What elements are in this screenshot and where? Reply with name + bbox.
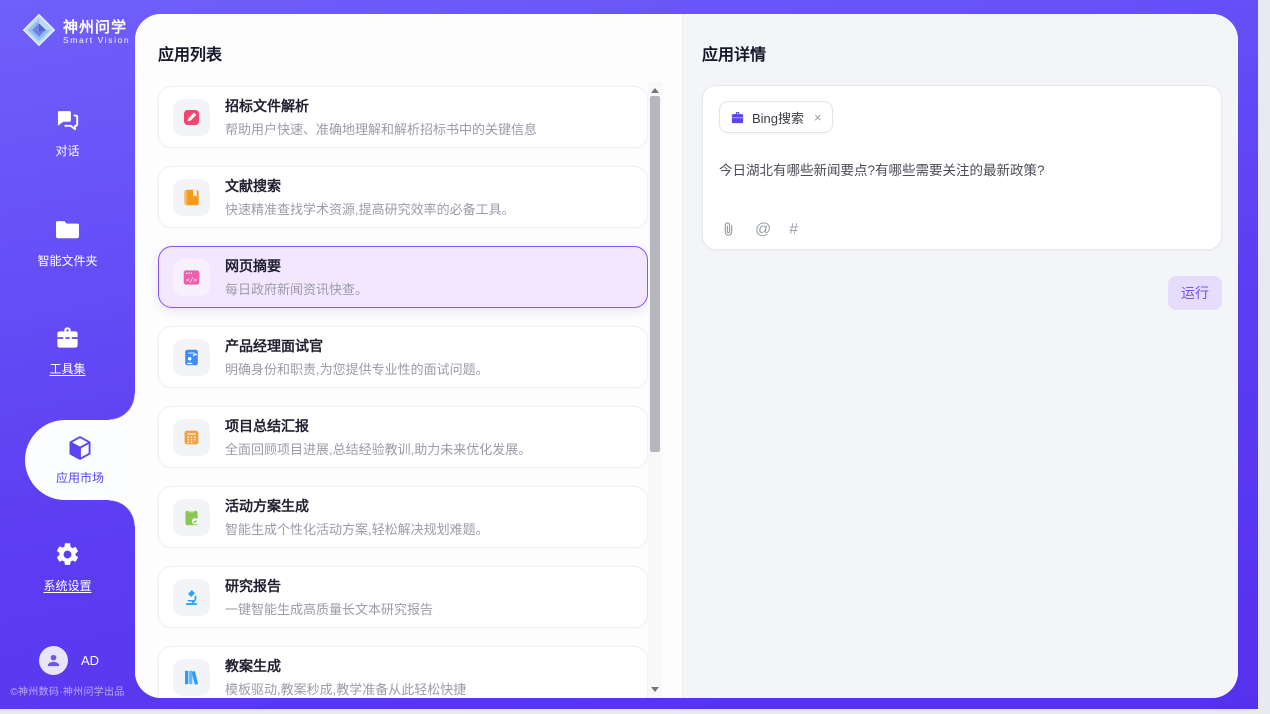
prompt-card: Bing搜索 × 今日湖北有哪些新闻要点?有哪些需要关注的最新政策? @#	[702, 85, 1222, 250]
app-detail-title: 应用详情	[702, 41, 1222, 65]
app-card-name: 产品经理面试官	[225, 336, 489, 356]
clipboard-check-icon	[173, 499, 210, 536]
edit-doc-icon	[173, 99, 210, 136]
books-icon	[173, 659, 210, 696]
user-profile[interactable]: AD	[39, 646, 99, 675]
scroll-down-icon[interactable]	[648, 683, 662, 695]
tool-chip-bing-search[interactable]: Bing搜索 ×	[719, 101, 833, 133]
tool-chip-label: Bing搜索	[752, 108, 804, 127]
app-card-8[interactable]: 教案生成 模板驱动,教案秒成,教学准备从此轻松快捷	[158, 646, 648, 698]
chat-icon	[54, 106, 81, 133]
app-card-7[interactable]: 研究报告 一键智能生成高质量长文本研究报告	[158, 566, 648, 628]
query-text[interactable]: 今日湖北有哪些新闻要点?有哪些需要关注的最新政策?	[719, 159, 1205, 179]
app-list-title: 应用列表	[158, 41, 682, 65]
hash-icon[interactable]: #	[789, 222, 798, 238]
app-card-2[interactable]: 文献搜索 快速精准查找学术资源,提高研究效率的必备工具。	[158, 166, 648, 228]
app-list: 招标文件解析 帮助用户快速、准确地理解和解析招标书中的关键信息 文献搜索 快速精…	[158, 86, 648, 698]
app-card-name: 活动方案生成	[225, 496, 489, 516]
app-card-description: 全面回顾项目进展,总结经验教训,助力未来优化发展。	[225, 439, 531, 458]
app-window: 神州问学 Smart Vision 对话 智能文件夹 工具集 应用市场 系统设置…	[0, 0, 1258, 709]
app-card-name: 网页摘要	[225, 256, 368, 276]
app-card-name: 教案生成	[225, 656, 466, 676]
nav-label: 智能文件夹	[37, 252, 97, 269]
app-card-1[interactable]: 招标文件解析 帮助用户快速、准确地理解和解析招标书中的关键信息	[158, 86, 648, 148]
app-card-name: 项目总结汇报	[225, 416, 531, 436]
app-card-description: 模板驱动,教案秒成,教学准备从此轻松快捷	[225, 679, 466, 698]
chip-close-icon[interactable]: ×	[814, 111, 822, 124]
microscope-icon	[173, 579, 210, 616]
app-list-scrollbar[interactable]	[648, 82, 662, 698]
app-card-5[interactable]: 项目总结汇报 全面回顾项目进展,总结经验教训,助力未来优化发展。	[158, 406, 648, 468]
user-initials: AD	[81, 653, 99, 668]
cube-icon	[66, 435, 94, 462]
briefcase-icon	[730, 110, 745, 125]
sidebar-item-chat[interactable]: 对话	[0, 106, 135, 159]
app-card-4[interactable]: 产品经理面试官 明确身份和职责,为您提供专业性的面试问题。	[158, 326, 648, 388]
app-card-description: 智能生成个性化活动方案,轻松解决规划难题。	[225, 519, 489, 538]
input-toolbar: @#	[720, 221, 798, 238]
main-content: 应用列表 招标文件解析 帮助用户快速、准确地理解和解析招标书中的关键信息 文献搜…	[135, 14, 1238, 698]
sidebar-item-cube[interactable]: 应用市场	[25, 420, 135, 500]
app-card-description: 明确身份和职责,为您提供专业性的面试问题。	[225, 359, 489, 378]
notepad-icon	[173, 419, 210, 456]
scroll-up-icon[interactable]	[648, 84, 662, 96]
sidebar-nav: 对话 智能文件夹 工具集 应用市场 系统设置	[0, 0, 135, 709]
app-card-description: 每日政府新闻资讯快查。	[225, 279, 368, 298]
toolbox-icon	[54, 324, 81, 351]
app-card-name: 文献搜索	[225, 176, 515, 196]
copyright-footer: ©神州数码·神州问学出品	[0, 683, 135, 698]
sidebar: 神州问学 Smart Vision 对话 智能文件夹 工具集 应用市场 系统设置…	[0, 0, 135, 709]
nav-label: 系统设置	[43, 577, 91, 594]
scrollbar-thumb[interactable]	[650, 96, 660, 452]
avatar	[39, 646, 68, 675]
book-icon	[173, 179, 210, 216]
gear-icon	[54, 541, 81, 568]
at-sign-icon[interactable]: @	[755, 222, 771, 238]
app-card-6[interactable]: 活动方案生成 智能生成个性化活动方案,轻松解决规划难题。	[158, 486, 648, 548]
sidebar-item-folder[interactable]: 智能文件夹	[0, 216, 135, 269]
run-row: 运行	[702, 276, 1222, 310]
doc-person-icon	[173, 339, 210, 376]
nav-label: 工具集	[49, 360, 85, 377]
app-card-3[interactable]: </> 网页摘要 每日政府新闻资讯快查。	[158, 246, 648, 308]
app-card-name: 招标文件解析	[225, 96, 537, 116]
browser-code-icon: </>	[173, 259, 210, 296]
app-detail-panel: 应用详情 Bing搜索 × 今日湖北有哪些新闻要点?有哪些需要关注的最新政策? …	[683, 14, 1238, 698]
app-card-description: 帮助用户快速、准确地理解和解析招标书中的关键信息	[225, 119, 537, 138]
app-card-name: 研究报告	[225, 576, 433, 596]
folder-icon	[54, 216, 81, 243]
svg-text:</>: </>	[186, 276, 198, 283]
paperclip-icon[interactable]	[720, 221, 737, 238]
app-card-description: 一键智能生成高质量长文本研究报告	[225, 599, 433, 618]
sidebar-item-gear[interactable]: 系统设置	[0, 541, 135, 594]
sidebar-item-toolbox[interactable]: 工具集	[0, 324, 135, 377]
nav-label: 应用市场	[56, 469, 104, 486]
app-list-panel: 应用列表 招标文件解析 帮助用户快速、准确地理解和解析招标书中的关键信息 文献搜…	[135, 14, 683, 698]
app-card-description: 快速精准查找学术资源,提高研究效率的必备工具。	[225, 199, 515, 218]
nav-label: 对话	[55, 142, 79, 159]
run-button[interactable]: 运行	[1168, 276, 1222, 310]
